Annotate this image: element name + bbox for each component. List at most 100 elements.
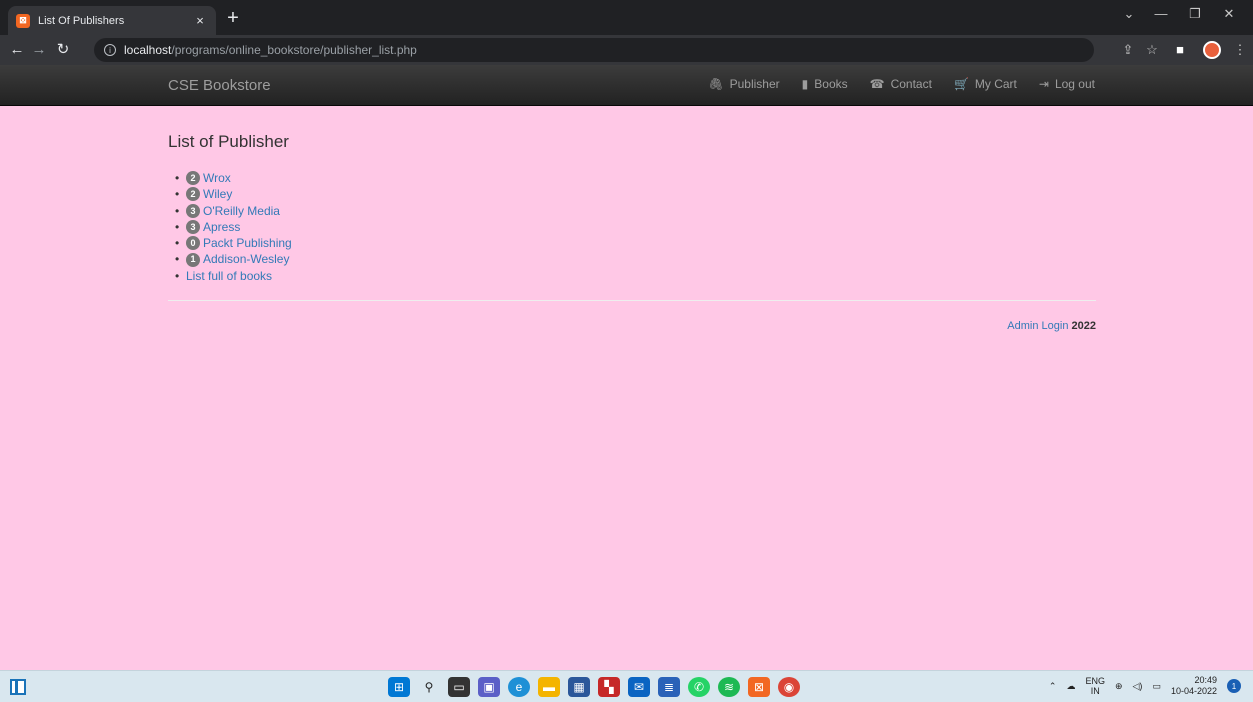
browser-tab-strip: ⊠ List Of Publishers × + ⌄ — ❐ ✕ — [0, 0, 1253, 35]
volume-icon[interactable]: ◁) — [1133, 681, 1143, 692]
task-view-icon[interactable]: ▭ — [448, 677, 470, 697]
side-panel-icon[interactable]: ■ — [1172, 42, 1188, 57]
book-count-badge: 2 — [186, 171, 200, 186]
network-icon[interactable]: ⊕ — [1115, 681, 1123, 692]
publisher-link[interactable]: O'Reilly Media — [203, 203, 280, 219]
spotify-icon[interactable]: ≋ — [718, 677, 740, 697]
tab-title: List Of Publishers — [38, 14, 125, 27]
edge-icon[interactable]: e — [508, 677, 530, 697]
logout-icon: ⇥ — [1038, 77, 1049, 91]
site-brand[interactable]: CSE Bookstore — [168, 77, 271, 94]
browser-tab[interactable]: ⊠ List Of Publishers × — [8, 6, 216, 35]
new-tab-button[interactable]: + — [222, 8, 244, 28]
tab-search-icon[interactable]: ⌄ — [1114, 6, 1144, 22]
profile-avatar[interactable] — [1203, 41, 1221, 59]
url-text: localhost/programs/online_bookstore/publ… — [124, 43, 417, 57]
back-arrow-icon[interactable]: ← — [8, 41, 26, 59]
language-indicator[interactable]: ENG IN — [1085, 676, 1105, 696]
clock[interactable]: 20:49 10-04-2022 — [1171, 675, 1217, 697]
system-tray: ⌃ ☁ ENG IN ⊕ ◁) ▭ 20:49 10-04-2022 1 — [1049, 675, 1241, 697]
publisher-list-item: • 1 Addison-Wesley — [168, 251, 1096, 267]
bullet: • — [175, 252, 180, 267]
publisher-link[interactable]: Apress — [203, 219, 240, 235]
nav-link-my-cart[interactable]: 🛒 My Cart — [954, 77, 1017, 91]
share-icon[interactable]: ⇪ — [1120, 42, 1136, 58]
bullet: • — [175, 236, 180, 251]
footer: Admin Login 2022 — [168, 320, 1096, 332]
browser-menu-icon[interactable]: ⋮ — [1232, 42, 1248, 58]
nav-link-label: Log out — [1054, 77, 1095, 91]
bullet: • — [175, 187, 180, 202]
notepad-icon[interactable]: ≣ — [658, 677, 680, 697]
tray-overflow-icon[interactable]: ⌃ — [1049, 681, 1057, 692]
tab-close-icon[interactable]: × — [192, 13, 208, 28]
bookmark-star-icon[interactable]: ☆ — [1144, 42, 1160, 58]
windows-taskbar: ⊞ ⚲ ▭ ▣ e ▬ ▦ ▚ ✉ ≣ ✆ ≋ ⊠ ◉ ⌃ ☁ ENG IN ⊕… — [0, 670, 1253, 702]
footer-divider — [168, 300, 1096, 302]
nav-link-log-out[interactable]: ⇥ Log out — [1039, 77, 1095, 91]
whatsapp-icon[interactable]: ✆ — [688, 677, 710, 697]
phone-icon: ☎ — [869, 77, 885, 91]
site-navbar: CSE Bookstore 🖇 Publisher ▮ Books ☎ Contact 🛒 M… — [0, 65, 1253, 106]
admin-login-link[interactable]: Admin Login — [1007, 320, 1068, 332]
publisher-list-item: • 3 Apress — [168, 219, 1096, 235]
start-icon[interactable]: ⊞ — [388, 677, 410, 697]
reload-icon[interactable]: ↻ — [54, 41, 72, 59]
search-icon[interactable]: ⚲ — [418, 677, 440, 697]
app-icon[interactable]: ▚ — [598, 677, 620, 697]
nav-link-label: Books — [814, 77, 848, 91]
publisher-link[interactable]: Wrox — [203, 170, 231, 186]
book-count-badge: 2 — [186, 187, 200, 202]
publisher-link[interactable]: Wiley — [203, 186, 232, 202]
publisher-list-item: • 2 Wiley — [168, 186, 1096, 202]
bullet: • — [175, 171, 180, 185]
forward-arrow-icon[interactable]: → — [30, 41, 48, 59]
xampp-icon[interactable]: ⊠ — [748, 677, 770, 697]
maximize-button[interactable]: ❐ — [1180, 6, 1210, 22]
close-window-button[interactable]: ✕ — [1214, 6, 1244, 22]
publisher-list-item: • 0 Packt Publishing — [168, 235, 1096, 251]
chrome-icon[interactable]: ◉ — [778, 677, 800, 697]
nav-link-books[interactable]: ▮ Books — [802, 77, 848, 91]
book-count-badge: 3 — [186, 220, 200, 235]
publisher-list-item: • List full of books — [168, 268, 1096, 284]
publisher-list-item: • 2 Wrox — [168, 170, 1096, 186]
footer-year: 2022 — [1071, 320, 1096, 333]
cart-icon: 🛒 — [953, 77, 969, 91]
list-full-books-link[interactable]: List full of books — [186, 268, 272, 284]
bullet: • — [175, 219, 180, 234]
publisher-list-item: • 3 O'Reilly Media — [168, 203, 1096, 219]
nav-link-contact[interactable]: ☎ Contact — [870, 77, 932, 91]
xampp-favicon-icon: ⊠ — [16, 13, 30, 28]
book-count-badge: 3 — [186, 203, 200, 218]
navbar-links: 🖇 Publisher ▮ Books ☎ Contact 🛒 My Cart ⇥ Log out — [708, 77, 1095, 91]
publisher-link[interactable]: Packt Publishing — [203, 235, 292, 251]
main-content: List of Publisher • 2 Wrox • 2 Wiley • 3 O'Reill… — [168, 132, 1096, 332]
bullet: • — [175, 268, 180, 283]
taskbar-apps: ⊞ ⚲ ▭ ▣ e ▬ ▦ ▚ ✉ ≣ ✆ ≋ ⊠ ◉ — [388, 677, 800, 697]
chat-icon[interactable]: ▣ — [478, 677, 500, 697]
site-info-icon[interactable]: i — [104, 44, 116, 56]
book-count-badge: 0 — [186, 236, 200, 251]
bullet: • — [175, 203, 180, 218]
paperclip-icon: 🖇 — [708, 77, 724, 91]
battery-icon[interactable]: ▭ — [1152, 681, 1161, 692]
nav-link-label: Contact — [890, 77, 932, 91]
address-bar[interactable]: i localhost/programs/online_bookstore/pu… — [94, 38, 1094, 62]
minimize-button[interactable]: — — [1146, 6, 1176, 21]
nav-link-label: My Cart — [974, 77, 1017, 91]
store-icon[interactable]: ▦ — [568, 677, 590, 697]
widgets-icon[interactable] — [10, 679, 26, 695]
book-count-badge: 1 — [186, 252, 200, 267]
file-explorer-icon[interactable]: ▬ — [538, 677, 560, 697]
mail-icon[interactable]: ✉ — [628, 677, 650, 697]
publisher-list: • 2 Wrox • 2 Wiley • 3 O'Reilly Media • 3 Apress • 0 P… — [168, 170, 1096, 284]
notification-badge[interactable]: 1 — [1227, 679, 1241, 693]
nav-link-label: Publisher — [729, 77, 780, 91]
nav-link-publisher[interactable]: 🖇 Publisher — [708, 77, 779, 91]
browser-toolbar: ← → ↻ i localhost/programs/online_bookst… — [0, 35, 1253, 65]
page-title: List of Publisher — [168, 132, 289, 151]
onedrive-icon[interactable]: ☁ — [1066, 681, 1075, 692]
publisher-link[interactable]: Addison-Wesley — [203, 251, 289, 267]
book-icon: ▮ — [801, 77, 809, 91]
